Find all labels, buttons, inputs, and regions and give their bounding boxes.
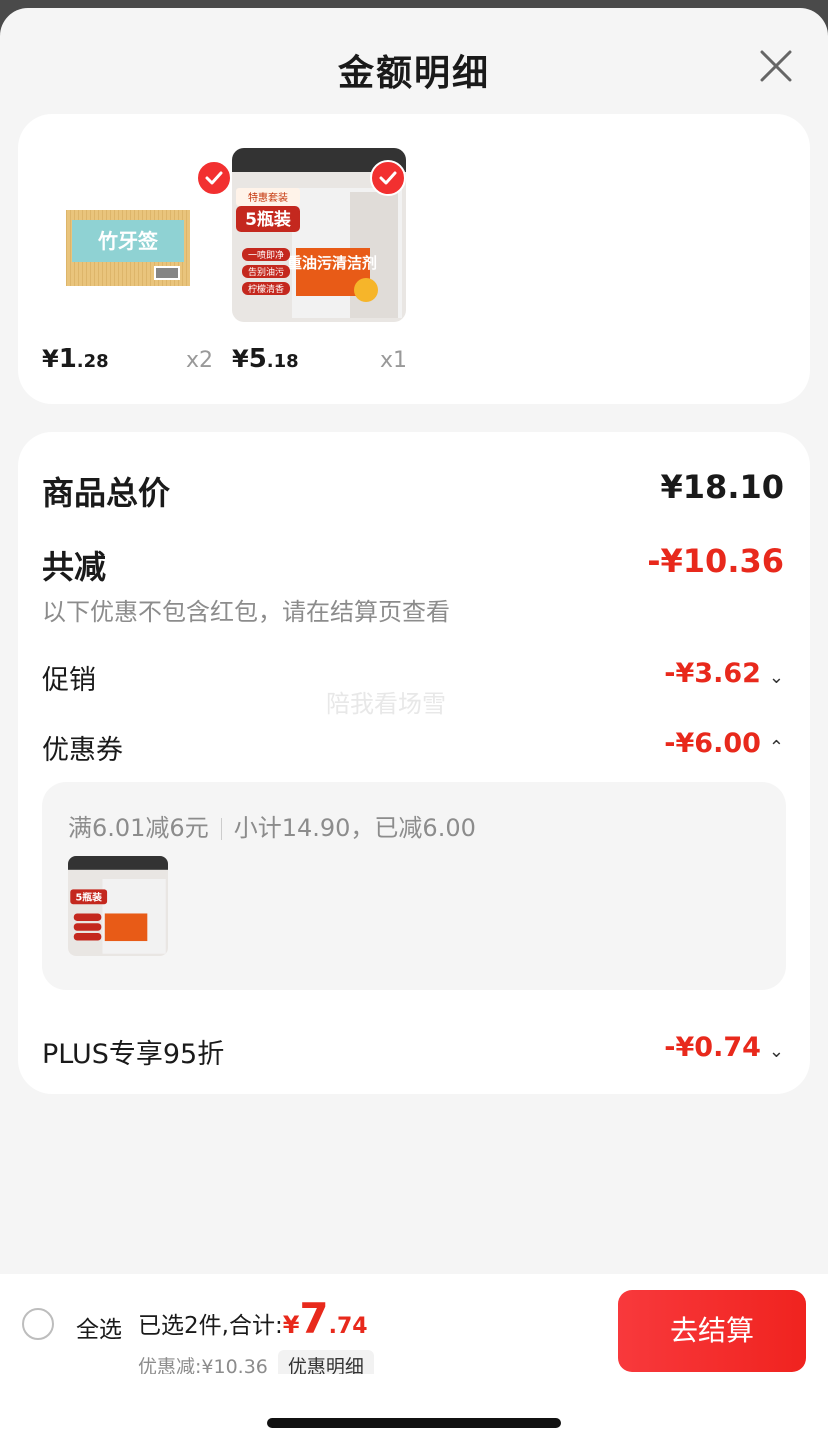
total-price-label: 商品总价 <box>42 474 171 512</box>
cleaner-bullet: 告别油污 <box>248 266 284 278</box>
coupon-subtotal: 小计14.90，已减6.00 <box>233 814 476 842</box>
amount-detail-sheet: 金额明细 竹牙签 ¥1.28 x2 重油污清洁剂 特惠套装 5瓶装 一喷即净 告… <box>0 8 828 1446</box>
total-integer: 7 <box>299 1294 329 1343</box>
total-decimal: .74 <box>328 1314 368 1339</box>
coupon-detail-text: 满6.01减6元 小计14.90，已减6.00 <box>68 808 476 843</box>
price-decimal: .18 <box>266 351 299 372</box>
product-quantity: x2 <box>186 348 214 373</box>
currency-symbol: ¥ <box>282 1311 300 1339</box>
product-price: ¥5.18 <box>232 344 299 374</box>
plus-discount-row[interactable]: -¥0.74 ⌄ <box>664 1032 784 1063</box>
home-indicator[interactable] <box>267 1418 561 1428</box>
cleaner-pack-text: 5瓶装 <box>76 890 103 903</box>
chevron-up-icon: ⌃ <box>768 737 784 758</box>
total-reduce-label: 共减 <box>42 548 107 586</box>
coupon-value: -¥6.00 <box>664 728 761 759</box>
close-icon[interactable] <box>754 44 798 88</box>
currency-symbol: ¥ <box>42 345 59 373</box>
price-summary-card: 商品总价 ¥18.10 共减 -¥10.36 以下优惠不包含红包，请在结算页查看… <box>18 432 810 1094</box>
price-decimal: .28 <box>76 351 109 372</box>
coupon-label: 优惠券 <box>42 735 123 766</box>
promo-row[interactable]: -¥3.62 ⌄ <box>664 658 784 689</box>
product-list-card: 竹牙签 ¥1.28 x2 重油污清洁剂 特惠套装 5瓶装 一喷即净 告别油污 柠… <box>18 114 810 404</box>
chevron-down-icon: ⌄ <box>768 667 784 688</box>
coupon-rule: 满6.01减6元 <box>68 814 209 842</box>
watermark: 陪我看场雪 <box>326 690 446 718</box>
plus-discount-label: PLUS专享95折 <box>42 1039 225 1070</box>
total-reduce-value: -¥10.36 <box>647 542 784 580</box>
check-icon <box>205 171 223 185</box>
cleaner-bullet: 柠檬清香 <box>248 283 284 295</box>
select-all-label[interactable]: 全选 <box>76 1310 122 1344</box>
plus-discount-value: -¥0.74 <box>664 1032 761 1063</box>
reduce-note: 以下优惠不包含红包，请在结算页查看 <box>42 598 450 626</box>
price-integer: 5 <box>248 344 267 374</box>
cleaner-tag-text: 特惠套装 <box>248 191 288 204</box>
checkout-bar: 全选 已选2件,合计:¥7.74 优惠减:¥10.36 优惠明细 去结算 <box>0 1274 828 1381</box>
coupon-product-thumbnail: 5瓶装 <box>68 856 168 956</box>
cleaner-name-text: 重油污清洁剂 <box>287 254 377 272</box>
chevron-down-icon: ⌄ <box>768 1041 784 1062</box>
divider <box>220 818 222 840</box>
sheet-title: 金额明细 <box>337 53 490 94</box>
checkout-button[interactable]: 去结算 <box>618 1290 806 1372</box>
select-all-radio[interactable] <box>22 1308 54 1340</box>
coupon-row[interactable]: -¥6.00 ⌃ <box>664 728 784 759</box>
selected-count-text: 已选2件,合计: <box>138 1313 283 1339</box>
coupon-detail-box: 满6.01减6元 小计14.90，已减6.00 5瓶装 <box>42 782 786 990</box>
currency-symbol: ¥ <box>232 345 249 373</box>
checkbox-checked[interactable] <box>370 160 406 196</box>
product-price: ¥1.28 <box>42 344 109 374</box>
total-price-value: ¥18.10 <box>660 468 784 506</box>
toothpick-brand-text: 竹牙签 <box>97 229 159 253</box>
home-indicator-area <box>0 1374 828 1446</box>
check-icon <box>379 171 397 185</box>
checkbox-checked[interactable] <box>196 160 232 196</box>
selected-summary: 已选2件,合计:¥7.74 <box>138 1294 368 1343</box>
price-integer: 1 <box>58 344 77 374</box>
promo-label: 促销 <box>42 665 96 696</box>
product-item[interactable]: 竹牙签 <box>58 148 232 322</box>
cleaner-bullet: 一喷即净 <box>248 249 284 261</box>
cleaner-pack-text: 5瓶装 <box>245 209 291 230</box>
product-item[interactable]: 重油污清洁剂 特惠套装 5瓶装 一喷即净 告别油污 柠檬清香 <box>232 148 406 322</box>
promo-value: -¥3.62 <box>664 658 761 689</box>
product-quantity: x1 <box>380 348 408 373</box>
